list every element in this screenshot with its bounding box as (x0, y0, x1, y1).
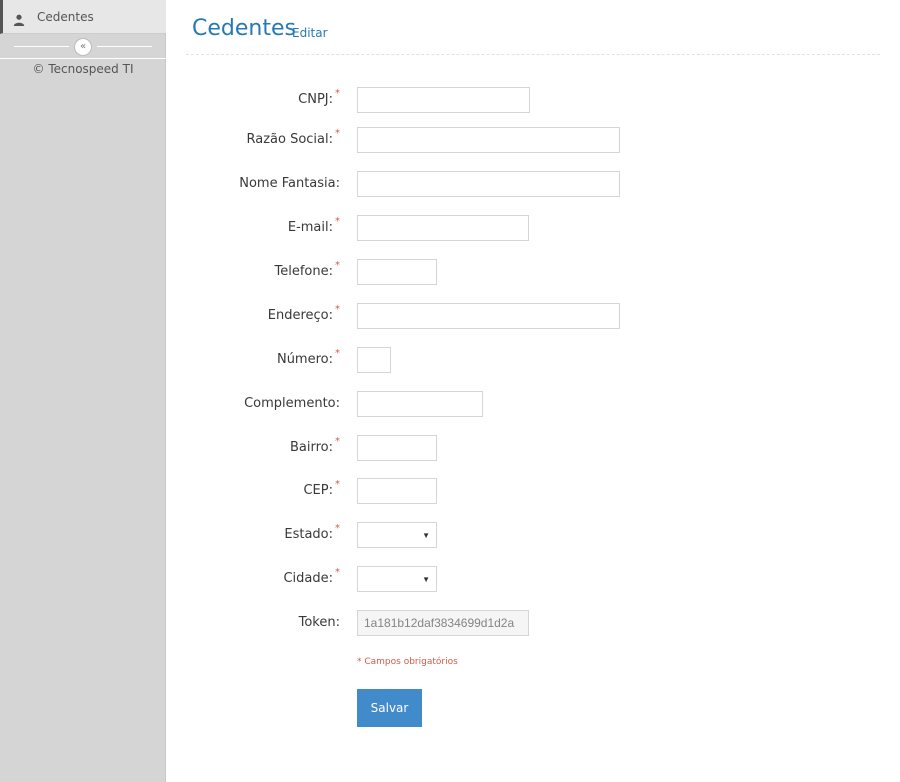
form-row-nome-fantasia: Nome Fantasia: (0, 171, 900, 197)
estado-select[interactable]: ▼ (357, 522, 437, 548)
required-marker: * (335, 260, 340, 271)
caret-down-icon: ▼ (422, 574, 430, 584)
required-marker: * (335, 304, 340, 315)
razao-social-label: Razão Social: * (246, 128, 340, 147)
required-marker: * (335, 567, 340, 578)
form-row-telefone: Telefone: * (0, 259, 900, 285)
required-marker: * (335, 436, 340, 447)
collapse-sidebar-button[interactable]: « (74, 38, 92, 56)
page-subtitle: Editar (292, 26, 328, 40)
email-label: E-mail: * (287, 216, 340, 235)
sidebar-item-label: Cedentes (37, 9, 94, 24)
double-chevron-left-icon: « (79, 41, 87, 52)
caret-down-icon: ▼ (422, 530, 430, 540)
form-row-email: E-mail: * (0, 215, 900, 241)
endereco-input[interactable] (357, 303, 620, 329)
required-marker: * (335, 128, 340, 139)
required-marker: * (335, 348, 340, 359)
form-row-estado: Estado: * ▼ (0, 522, 900, 548)
cnpj-input[interactable] (357, 87, 530, 113)
sidebar-item-cedentes[interactable]: Cedentes (0, 0, 166, 34)
nome-fantasia-label: Nome Fantasia: (239, 176, 340, 191)
required-marker: * (335, 523, 340, 534)
email-input[interactable] (357, 215, 529, 241)
cidade-label: Cidade: * (283, 567, 340, 586)
form-row-cidade: Cidade: * ▼ (0, 566, 900, 592)
telefone-input[interactable] (357, 259, 437, 285)
form-row-endereco: Endereço: * (0, 303, 900, 329)
required-marker: * (335, 479, 340, 490)
user-icon (13, 11, 25, 26)
copyright-text: © Tecnospeed TI (0, 58, 166, 76)
page-title: Cedentes (192, 16, 296, 41)
required-marker: * (335, 216, 340, 227)
page-header: Cedentes Editar (186, 14, 880, 55)
required-marker: * (335, 88, 340, 99)
estado-label: Estado: * (284, 523, 340, 542)
form-row-razao-social: Razão Social: * (0, 127, 900, 153)
token-input: 1a181b12daf3834699d1d2a (357, 610, 529, 636)
form-row-cnpj: CNPJ: * (0, 87, 900, 113)
numero-input[interactable] (357, 347, 391, 373)
complemento-label: Complemento: (244, 396, 340, 411)
razao-social-input[interactable] (357, 127, 620, 153)
form-row-cep: CEP: * (0, 478, 900, 504)
divider (97, 46, 152, 47)
bairro-label: Bairro: * (289, 436, 340, 455)
nome-fantasia-input[interactable] (357, 171, 620, 197)
form-row-bairro: Bairro: * (0, 435, 900, 461)
form-row-complemento: Complemento: (0, 391, 900, 417)
form-row-token: Token: 1a181b12daf3834699d1d2a (0, 610, 900, 636)
save-button[interactable]: Salvar (357, 689, 422, 727)
cep-input[interactable] (357, 478, 437, 504)
bairro-input[interactable] (357, 435, 437, 461)
token-label: Token: (298, 615, 340, 630)
cnpj-label: CNPJ: * (298, 88, 340, 107)
form-row-numero: Número: * (0, 347, 900, 373)
telefone-label: Telefone: * (274, 260, 341, 279)
complemento-input[interactable] (357, 391, 483, 417)
sidebar-collapse-row: « (0, 37, 166, 57)
endereco-label: Endereço: * (267, 304, 340, 323)
numero-label: Número: * (276, 348, 340, 367)
required-fields-note: * Campos obrigatórios (357, 657, 458, 667)
divider (14, 46, 69, 47)
cidade-select[interactable]: ▼ (357, 566, 437, 592)
cep-label: CEP: * (303, 479, 340, 498)
